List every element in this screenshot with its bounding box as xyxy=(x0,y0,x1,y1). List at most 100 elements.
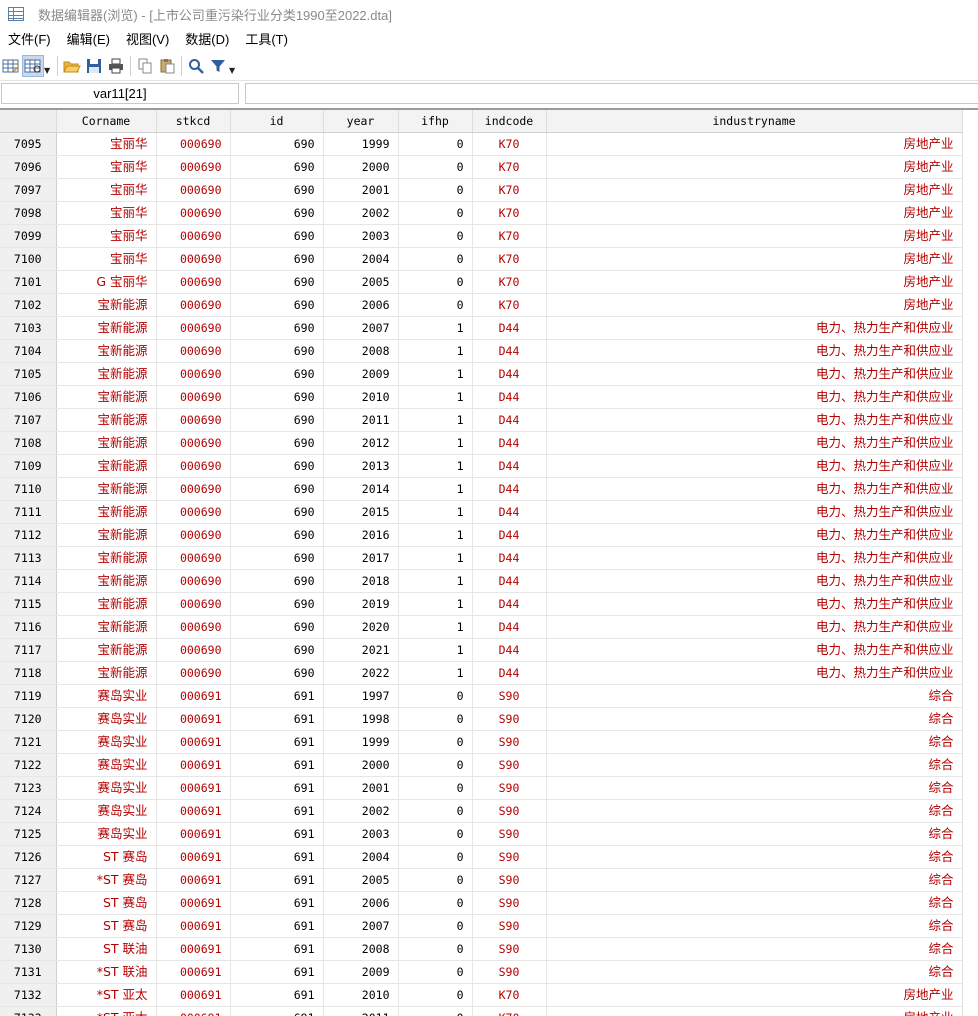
cell-corname[interactable]: ST 赛岛 xyxy=(56,892,156,915)
cell-industryname[interactable]: 电力、热力生产和供应业 xyxy=(546,501,962,524)
cell-indcode[interactable]: S90 xyxy=(472,961,546,984)
cell-stkcd[interactable]: 000691 xyxy=(156,800,230,823)
cell-corname[interactable]: *ST 赛岛 xyxy=(56,869,156,892)
row-number[interactable]: 7122 xyxy=(0,754,56,777)
row-number[interactable]: 7120 xyxy=(0,708,56,731)
cell-indcode[interactable]: D44 xyxy=(472,409,546,432)
cell-industryname[interactable]: 电力、热力生产和供应业 xyxy=(546,432,962,455)
cell-industryname[interactable]: 综合 xyxy=(546,961,962,984)
cell-year[interactable]: 2001 xyxy=(323,179,398,202)
cell-industryname[interactable]: 电力、热力生产和供应业 xyxy=(546,593,962,616)
cell-indcode[interactable]: K70 xyxy=(472,294,546,317)
row-number[interactable]: 7110 xyxy=(0,478,56,501)
cell-year[interactable]: 2004 xyxy=(323,248,398,271)
cell-ifhp[interactable]: 0 xyxy=(398,248,472,271)
cell-stkcd[interactable]: 000691 xyxy=(156,984,230,1007)
cell-year[interactable]: 1999 xyxy=(323,133,398,156)
row-number[interactable]: 7103 xyxy=(0,317,56,340)
cell-corname[interactable]: 宝新能源 xyxy=(56,340,156,363)
cell-ifhp[interactable]: 1 xyxy=(398,524,472,547)
cell-indcode[interactable]: D44 xyxy=(472,616,546,639)
cell-year[interactable]: 2014 xyxy=(323,478,398,501)
cell-id[interactable]: 690 xyxy=(230,340,323,363)
cell-id[interactable]: 691 xyxy=(230,961,323,984)
cell-stkcd[interactable]: 000690 xyxy=(156,455,230,478)
cell-id[interactable]: 690 xyxy=(230,317,323,340)
cell-indcode[interactable]: K70 xyxy=(472,179,546,202)
cell-corname[interactable]: 宝新能源 xyxy=(56,478,156,501)
print-icon[interactable] xyxy=(105,55,127,77)
cell-industryname[interactable]: 电力、热力生产和供应业 xyxy=(546,317,962,340)
cell-industryname[interactable]: 房地产业 xyxy=(546,202,962,225)
cell-industryname[interactable]: 电力、热力生产和供应业 xyxy=(546,570,962,593)
cell-year[interactable]: 2017 xyxy=(323,547,398,570)
cell-year[interactable]: 2006 xyxy=(323,294,398,317)
cell-stkcd[interactable]: 000690 xyxy=(156,570,230,593)
cell-corname[interactable]: 赛岛实业 xyxy=(56,800,156,823)
cell-ifhp[interactable]: 0 xyxy=(398,800,472,823)
cell-ifhp[interactable]: 1 xyxy=(398,570,472,593)
cell-ifhp[interactable]: 1 xyxy=(398,478,472,501)
cell-indcode[interactable]: D44 xyxy=(472,593,546,616)
paste-icon[interactable] xyxy=(156,55,178,77)
copy-icon[interactable] xyxy=(134,55,156,77)
cell-indcode[interactable]: D44 xyxy=(472,363,546,386)
cell-corname[interactable]: 宝新能源 xyxy=(56,455,156,478)
row-number[interactable]: 7109 xyxy=(0,455,56,478)
cell-industryname[interactable]: 房地产业 xyxy=(546,179,962,202)
data-editor-browse-icon[interactable] xyxy=(22,55,44,77)
row-number-header[interactable] xyxy=(0,110,56,133)
cell-stkcd[interactable]: 000690 xyxy=(156,225,230,248)
cell-ifhp[interactable]: 0 xyxy=(398,984,472,1007)
cell-indcode[interactable]: D44 xyxy=(472,432,546,455)
save-icon[interactable] xyxy=(83,55,105,77)
cell-corname[interactable]: *ST 亚太 xyxy=(56,1007,156,1016)
cell-year[interactable]: 2003 xyxy=(323,225,398,248)
cell-indcode[interactable]: D44 xyxy=(472,478,546,501)
cell-industryname[interactable]: 综合 xyxy=(546,777,962,800)
cell-indcode[interactable]: K70 xyxy=(472,271,546,294)
data-editor-edit-icon[interactable] xyxy=(0,55,22,77)
cell-stkcd[interactable]: 000690 xyxy=(156,363,230,386)
cell-id[interactable]: 691 xyxy=(230,846,323,869)
cell-indcode[interactable]: S90 xyxy=(472,685,546,708)
menu-view[interactable]: 视图(V) xyxy=(118,29,177,51)
cell-ifhp[interactable]: 0 xyxy=(398,202,472,225)
cell-stkcd[interactable]: 000691 xyxy=(156,731,230,754)
cell-id[interactable]: 690 xyxy=(230,409,323,432)
cell-id[interactable]: 690 xyxy=(230,662,323,685)
cell-id[interactable]: 690 xyxy=(230,202,323,225)
cell-ifhp[interactable]: 0 xyxy=(398,133,472,156)
cell-year[interactable]: 2018 xyxy=(323,570,398,593)
cell-industryname[interactable]: 综合 xyxy=(546,754,962,777)
cell-year[interactable]: 2010 xyxy=(323,984,398,1007)
cell-id[interactable]: 691 xyxy=(230,984,323,1007)
cell-industryname[interactable]: 房地产业 xyxy=(546,271,962,294)
cell-indcode[interactable]: K70 xyxy=(472,1007,546,1016)
cell-indcode[interactable]: S90 xyxy=(472,823,546,846)
row-number[interactable]: 7128 xyxy=(0,892,56,915)
cell-stkcd[interactable]: 000691 xyxy=(156,892,230,915)
row-number[interactable]: 7123 xyxy=(0,777,56,800)
cell-value-field[interactable] xyxy=(245,83,978,104)
row-number[interactable]: 7099 xyxy=(0,225,56,248)
row-number[interactable]: 7101 xyxy=(0,271,56,294)
cell-year[interactable]: 2009 xyxy=(323,363,398,386)
cell-indcode[interactable]: S90 xyxy=(472,915,546,938)
cell-year[interactable]: 2006 xyxy=(323,892,398,915)
cell-ifhp[interactable]: 1 xyxy=(398,639,472,662)
cell-year[interactable]: 2011 xyxy=(323,1007,398,1016)
cell-year[interactable]: 2012 xyxy=(323,432,398,455)
cell-stkcd[interactable]: 000690 xyxy=(156,202,230,225)
cell-ifhp[interactable]: 0 xyxy=(398,892,472,915)
cell-ifhp[interactable]: 0 xyxy=(398,685,472,708)
cell-industryname[interactable]: 电力、热力生产和供应业 xyxy=(546,639,962,662)
cell-stkcd[interactable]: 000690 xyxy=(156,593,230,616)
cell-year[interactable]: 2005 xyxy=(323,271,398,294)
cell-id[interactable]: 690 xyxy=(230,432,323,455)
cell-id[interactable]: 690 xyxy=(230,455,323,478)
cell-ifhp[interactable]: 0 xyxy=(398,915,472,938)
row-number[interactable]: 7116 xyxy=(0,616,56,639)
cell-id[interactable]: 690 xyxy=(230,294,323,317)
cell-indcode[interactable]: S90 xyxy=(472,708,546,731)
